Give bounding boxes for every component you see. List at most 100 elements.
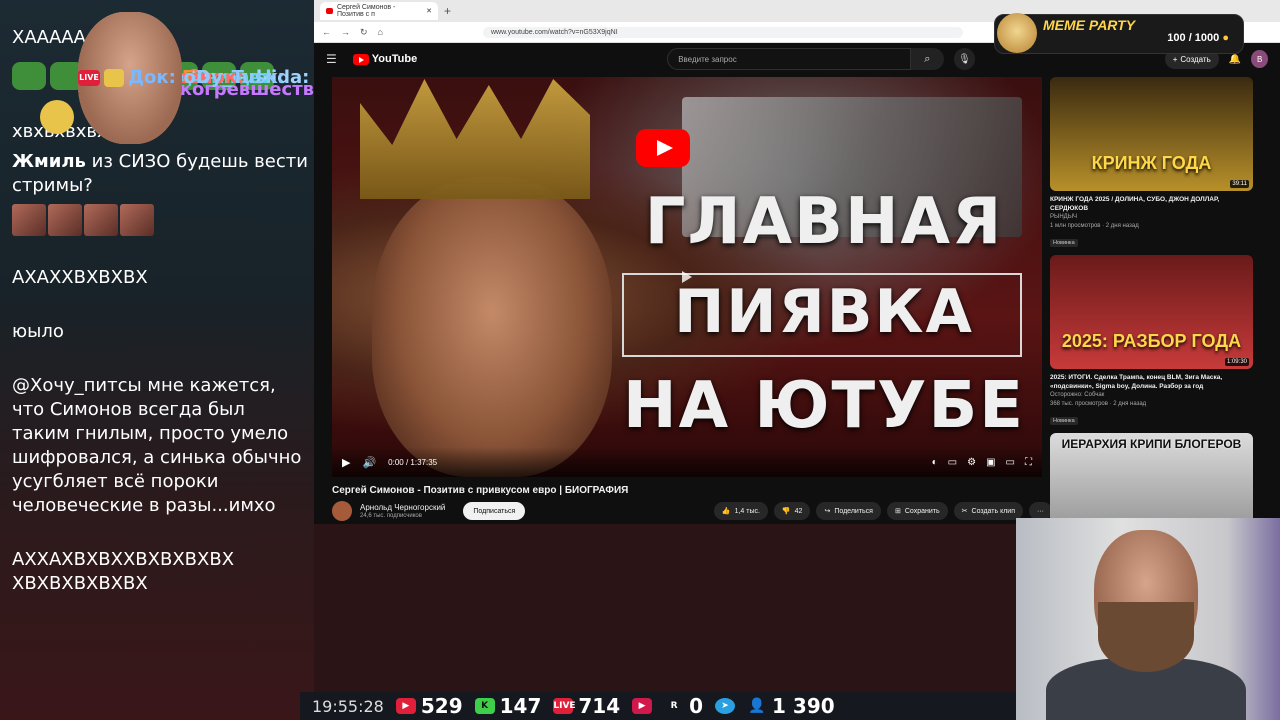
webcam-beard xyxy=(1098,602,1194,672)
coin-icon: ● xyxy=(1222,32,1229,44)
chat-message: LIVE Док: АХХАХВХВХХВХВХВХВХ ХВХВХВХВХВХ xyxy=(0,12,314,600)
thumbnail-overlay-text: ИЕРАРХИЯ КРИПИ БЛОГЕРОВ xyxy=(1061,437,1242,451)
save-button[interactable]: ⊞ Сохранить xyxy=(886,502,948,520)
photo-emote-icon xyxy=(120,204,154,236)
thumbs-down-icon: 👎 xyxy=(781,508,791,515)
microphone-icon: 🎙 xyxy=(958,53,971,65)
like-button[interactable]: 👍 1,4 тыс. xyxy=(713,502,768,520)
photo-emote-icon xyxy=(12,204,46,236)
voice-search-button[interactable]: 🎙 xyxy=(954,48,975,70)
youtube-count: 529 xyxy=(420,694,463,718)
clip-button[interactable]: ✂ Создать клип xyxy=(953,502,1023,520)
close-tab-icon[interactable]: ✕ xyxy=(426,7,432,15)
like-count: 1,4 тыс. xyxy=(734,507,760,515)
recommended-meta: 1 млн просмотров · 2 дня назад xyxy=(1050,223,1139,229)
vk-viewers: LIVE 714 xyxy=(553,694,620,718)
new-badge: Новинка xyxy=(1050,239,1078,247)
create-label: Создать xyxy=(1180,54,1211,64)
home-icon[interactable]: ⌂ xyxy=(378,27,383,37)
browser-tab[interactable]: Сергей Симонов - Позитив с п ✕ xyxy=(320,2,438,20)
subscribe-button[interactable]: Подписаться xyxy=(463,502,526,520)
chat-nickname[interactable]: Док: xyxy=(128,66,176,90)
notifications-bell-icon[interactable]: 🔔 xyxy=(1229,54,1241,65)
channel-avatar[interactable] xyxy=(332,501,352,521)
dislike-count: 42 xyxy=(794,507,803,515)
theater-icon[interactable]: ▭ xyxy=(1006,457,1015,468)
chat-message-text: АХАХХВХВХВХ xyxy=(12,267,148,288)
youtube-viewers: ▶ 529 xyxy=(395,694,463,718)
channel-name[interactable]: Арнольд Черногорский xyxy=(360,503,445,513)
chat-message: LIVE Док: АХАХХВХВХВХ xyxy=(0,12,314,294)
account-avatar[interactable]: В xyxy=(1251,50,1269,68)
recommended-title[interactable]: КРИНЖ ГОДА 2025 / ДОЛИНА, СУБО, ДЖОН ДОЛ… xyxy=(1050,195,1240,213)
stream-clock: 19:55:28 xyxy=(312,696,384,716)
back-icon[interactable]: ← xyxy=(322,27,331,37)
recommended-thumbnail[interactable]: КРИНЖ ГОДА 39:11 xyxy=(1050,77,1253,191)
chat-message-header: LIVE Док: xyxy=(78,12,182,144)
play-icon: ▶ xyxy=(632,698,653,714)
kick-icon: K xyxy=(474,698,495,714)
new-tab-button[interactable]: + xyxy=(444,4,451,18)
kick-count: 147 xyxy=(499,694,542,718)
search-button[interactable]: ⌕ xyxy=(910,48,945,70)
player-controls-right: ◐ ▭ ⚙ ▣ ▭ ⛶ xyxy=(932,457,1032,468)
chat-message: LIVEБазавёнок:юыло xyxy=(0,12,314,348)
live-badge-icon: LIVE xyxy=(78,70,100,86)
stream-stats-bar: 19:55:28 ▶ 529 K 147 LIVE 714 ▶ R0 ➤ 👤 1 390 xyxy=(300,692,1016,720)
frog-emote-icon xyxy=(12,62,46,90)
autoplay-toggle[interactable]: ◐ xyxy=(932,457,938,468)
user-icon: 👤 xyxy=(748,698,766,714)
rutube-viewers: R0 xyxy=(664,694,703,718)
chat-message: LIVEТуТор:Жмиль из СИЗО будешь вести стр… xyxy=(0,12,314,202)
chat-message: LIVEFADGET: xyxy=(0,12,314,240)
recommended-video[interactable]: КРИНЖ ГОДА 39:11 КРИНЖ ГОДА 2025 / ДОЛИНА,… xyxy=(1050,77,1260,249)
youtube-logo[interactable]: YouTube xyxy=(352,53,418,65)
youtube-favicon-icon xyxy=(326,8,333,14)
channel-subscribers: 24,6 тыс. подписчиков xyxy=(360,513,422,519)
meme-party-count: 100 / 1000 ● xyxy=(1167,32,1229,44)
save-label: Сохранить xyxy=(904,507,940,515)
bookmark-icon: ⊞ xyxy=(894,508,901,515)
new-badge: Новинка xyxy=(1050,417,1078,425)
subtitles-icon[interactable]: ▭ xyxy=(948,457,957,468)
recommended-thumbnail[interactable]: 2025: РАЗБОР ГОДА 1:09:30 xyxy=(1050,255,1253,369)
meme-party-count-text: 100 / 1000 xyxy=(1167,32,1220,44)
time-display: 0:00 / 1:37:35 xyxy=(388,457,438,467)
browser-window: Сергей Симонов - Позитив с п ✕ + ← → ↻ ⌂… xyxy=(314,0,1280,547)
recommended-channel[interactable]: РЫНДЫЧ xyxy=(1050,213,1260,222)
recommended-video[interactable]: 2025: РАЗБОР ГОДА 1:09:30 2025: ИТОГИ. Сде… xyxy=(1050,255,1260,427)
player-controls: ▶ 🔊 0:00 / 1:37:35 ◐ ▭ ⚙ ▣ ▭ ⛶ xyxy=(332,447,1042,477)
thumbnail-overlay-text: КРИНЖ ГОДА xyxy=(1091,153,1212,173)
search-input[interactable]: Введите запрос xyxy=(667,48,911,70)
youtube-logo-text: YouTube xyxy=(371,53,418,65)
video-player[interactable]: ГЛАВНАЯ ПИЯВКА НА ЮТУБЕ ▶ 🔊 0:00 / 1:37:… xyxy=(332,77,1042,477)
kick-viewers: K 147 xyxy=(474,694,542,718)
chat-overlay: LIVElegenda_madrida:ХААААААААААХLIVEЕго … xyxy=(0,0,314,720)
center-play-icon[interactable] xyxy=(682,271,692,283)
plus-icon: + xyxy=(1172,54,1178,64)
dislike-button[interactable]: 👎 42 xyxy=(773,502,811,520)
search-icon: ⌕ xyxy=(924,52,931,65)
webcam-feed xyxy=(1016,518,1280,720)
volume-icon[interactable]: 🔊 xyxy=(362,456,376,469)
forward-icon[interactable]: → xyxy=(341,27,350,37)
fullscreen-icon[interactable]: ⛶ xyxy=(1025,457,1032,468)
settings-gear-icon[interactable]: ⚙ xyxy=(967,457,976,468)
share-button[interactable]: ↪ Поделиться xyxy=(816,502,881,520)
play-icon[interactable]: ▶ xyxy=(342,456,350,469)
chat-message-text: @Хочу_питсы мне кажется, что Симонов все… xyxy=(12,375,302,516)
user-badge-icon xyxy=(104,69,124,87)
recommended-channel[interactable]: Осторожно: Собчак xyxy=(1050,391,1260,400)
recommended-title[interactable]: 2025: ИТОГИ. Сделка Трампа, конец BLM, З… xyxy=(1050,373,1240,391)
channel-info: Арнольд Черногорский 24,6 тыс. подписчик… xyxy=(360,503,445,519)
miniplayer-icon[interactable]: ▣ xyxy=(986,457,995,468)
menu-icon[interactable]: ☰ xyxy=(326,52,337,66)
share-label: Поделиться xyxy=(834,507,873,515)
doge-icon xyxy=(997,13,1037,53)
play-viewers: ▶ xyxy=(632,698,653,714)
thumbnail-title-line3: НА ЮТУБЕ xyxy=(623,369,1025,443)
vk-count: 714 xyxy=(578,694,621,718)
reload-icon[interactable]: ↻ xyxy=(360,27,368,38)
url-field[interactable]: www.youtube.com/watch?v=nG53X9jqNI xyxy=(482,26,963,38)
telegram-viewers: ➤ xyxy=(715,698,736,714)
